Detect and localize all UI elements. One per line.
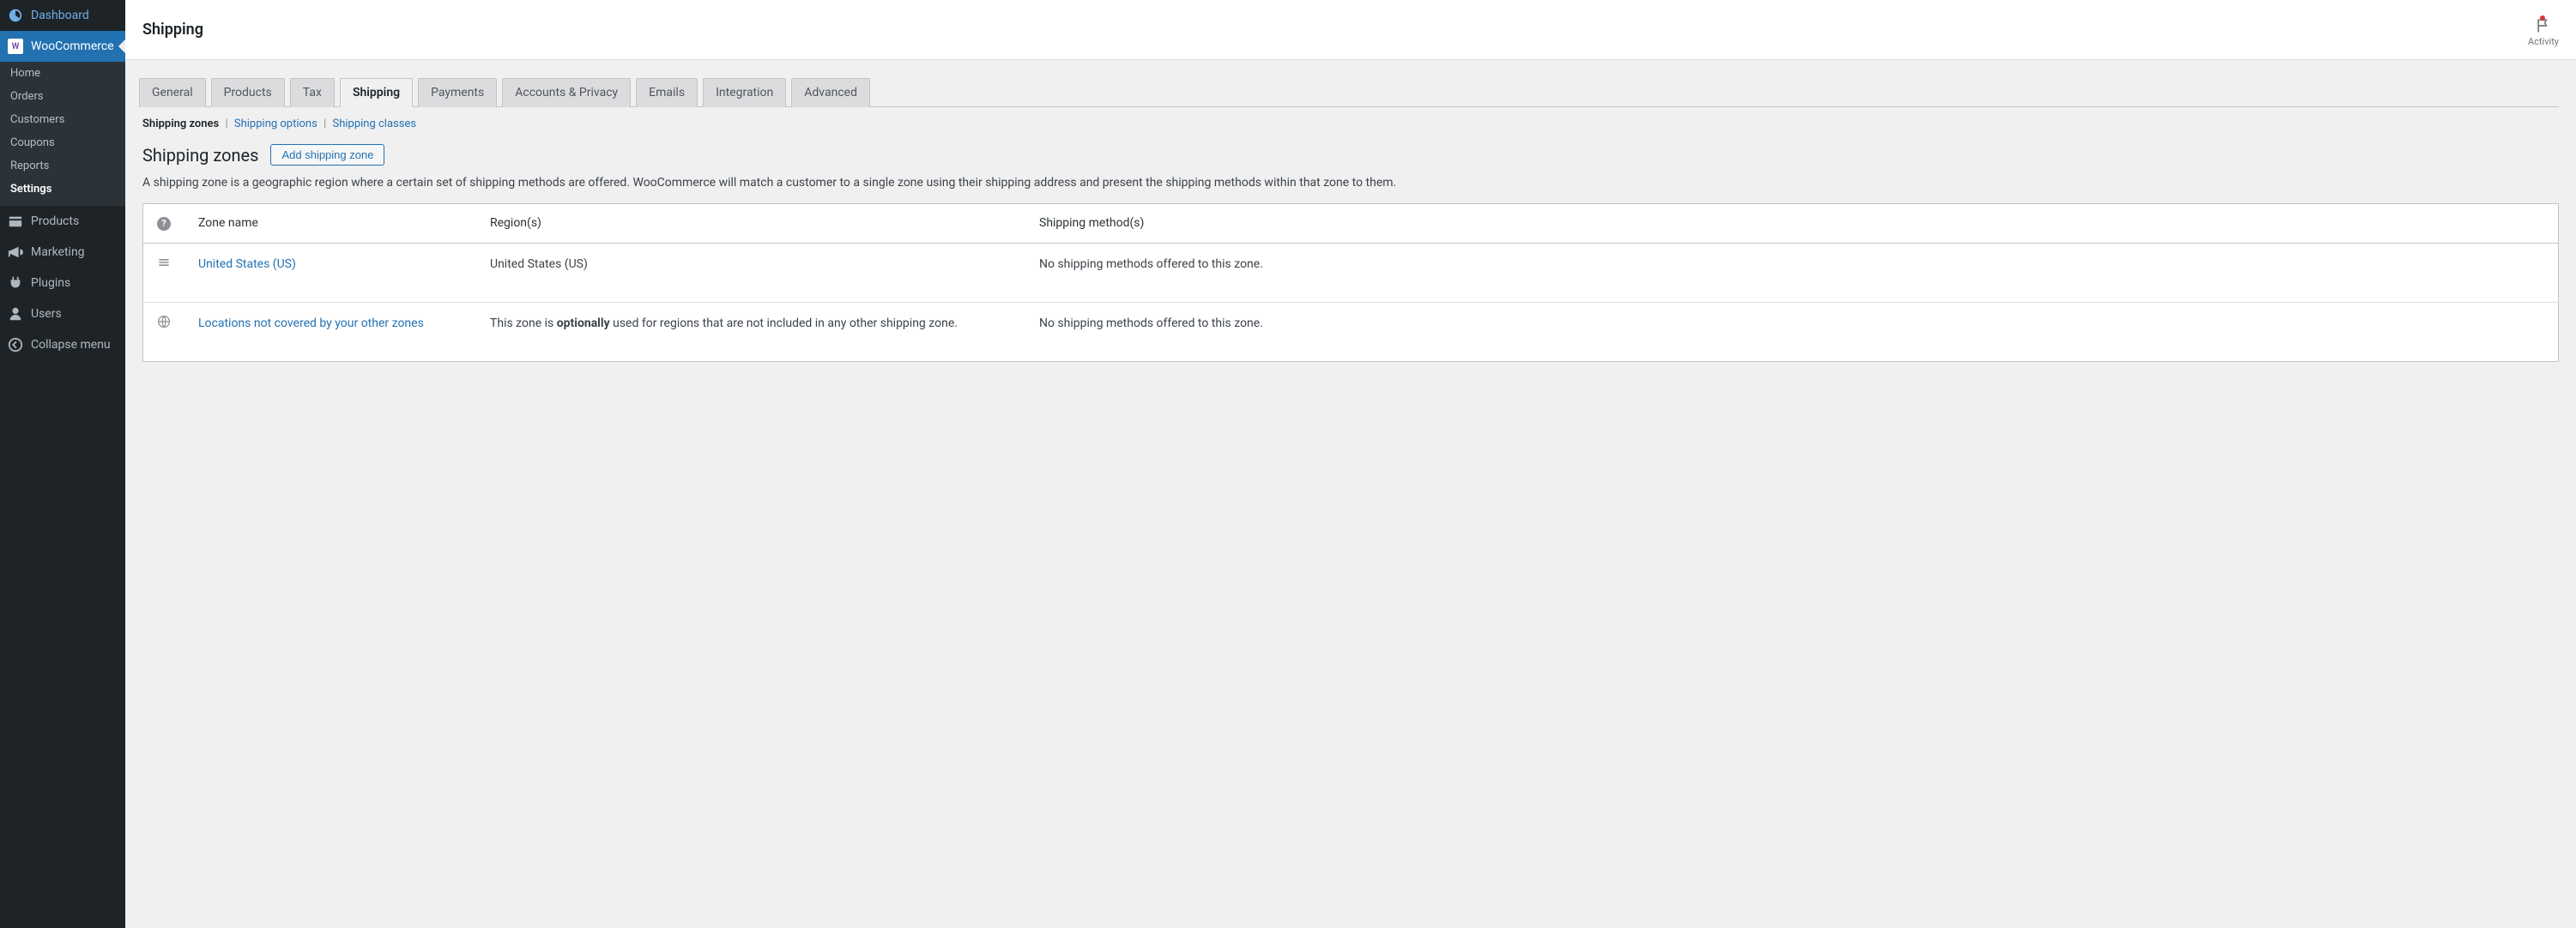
plugins-icon — [7, 274, 24, 292]
sidebar-label: WooCommerce — [31, 39, 114, 53]
tab-emails[interactable]: Emails — [636, 78, 698, 107]
activity-label: Activity — [2528, 36, 2559, 47]
shipping-subtabs: Shipping zones | Shipping options | Ship… — [142, 107, 2559, 144]
subtab-options[interactable]: Shipping options — [234, 118, 317, 130]
zone-region-cell: United States (US) — [476, 243, 1025, 302]
globe-cell — [143, 302, 185, 361]
sidebar-item-woocommerce[interactable]: W WooCommerce — [0, 31, 125, 62]
sidebar-item-plugins[interactable]: Plugins — [0, 268, 125, 298]
sidebar-item-collapse[interactable]: Collapse menu — [0, 329, 125, 360]
woocommerce-icon: W — [7, 38, 24, 55]
drag-handle-icon — [157, 256, 171, 269]
sidebar-sub-reports[interactable]: Reports — [0, 154, 125, 178]
sidebar-item-products[interactable]: Products — [0, 206, 125, 237]
activity-button[interactable]: Activity — [2528, 12, 2559, 47]
column-header-methods: Shipping method(s) — [1025, 204, 2559, 244]
table-row: United States (US) United States (US) No… — [143, 243, 2559, 302]
region-text-prefix: This zone is — [490, 316, 557, 330]
products-icon — [7, 213, 24, 230]
sidebar-label: Users — [31, 307, 62, 321]
tab-integration[interactable]: Integration — [703, 78, 786, 107]
collapse-icon — [7, 336, 24, 353]
sidebar-sub-coupons[interactable]: Coupons — [0, 131, 125, 154]
sidebar-sub-home[interactable]: Home — [0, 62, 125, 85]
section-description: A shipping zone is a geographic region w… — [142, 176, 2559, 190]
woocommerce-submenu: Home Orders Customers Coupons Reports Se… — [0, 62, 125, 206]
region-text-strong: optionally — [557, 316, 610, 330]
shipping-zones-table: ? Zone name Region(s) Shipping method(s)… — [142, 203, 2559, 362]
sidebar-label: Plugins — [31, 276, 70, 290]
users-icon — [7, 305, 24, 322]
region-text-suffix: used for regions that are not included i… — [610, 316, 958, 330]
tab-products[interactable]: Products — [211, 78, 285, 107]
subtab-classes[interactable]: Shipping classes — [332, 118, 416, 130]
section-header: Shipping zones Add shipping zone — [142, 144, 2559, 166]
notification-dot-icon — [2540, 15, 2545, 21]
zone-name-link[interactable]: Locations not covered by your other zone… — [198, 316, 424, 330]
section-heading: Shipping zones — [142, 145, 258, 166]
add-shipping-zone-button[interactable]: Add shipping zone — [270, 144, 384, 166]
sidebar-item-users[interactable]: Users — [0, 298, 125, 329]
column-header-zone-name: Zone name — [184, 204, 476, 244]
sidebar-label: Dashboard — [31, 9, 89, 22]
sidebar-label: Products — [31, 214, 79, 228]
subtab-zones[interactable]: Shipping zones — [142, 118, 219, 130]
tab-payments[interactable]: Payments — [418, 78, 497, 107]
zone-region-cell: This zone is optionally used for regions… — [476, 302, 1025, 361]
separator: | — [225, 118, 227, 130]
table-row: Locations not covered by your other zone… — [143, 302, 2559, 361]
page-title: Shipping — [142, 21, 203, 39]
drag-handle-cell[interactable] — [143, 243, 185, 302]
sidebar-item-marketing[interactable]: Marketing — [0, 237, 125, 268]
settings-tabs: General Products Tax Shipping Payments A… — [139, 77, 2559, 107]
zone-name-link[interactable]: United States (US) — [198, 257, 296, 271]
main-area: Shipping Activity General Products Tax S… — [125, 0, 2576, 928]
column-header-regions: Region(s) — [476, 204, 1025, 244]
tab-shipping[interactable]: Shipping — [340, 78, 413, 107]
help-icon[interactable]: ? — [157, 217, 171, 231]
sidebar-item-dashboard[interactable]: Dashboard — [0, 0, 125, 31]
sidebar-sub-customers[interactable]: Customers — [0, 108, 125, 131]
topbar: Shipping Activity — [125, 0, 2576, 60]
separator: | — [324, 118, 326, 130]
globe-icon — [157, 315, 171, 328]
dashboard-icon — [7, 7, 24, 24]
content-area: General Products Tax Shipping Payments A… — [125, 60, 2576, 928]
zone-methods-cell: No shipping methods offered to this zone… — [1025, 243, 2559, 302]
zone-methods-cell: No shipping methods offered to this zone… — [1025, 302, 2559, 361]
column-header-help: ? — [143, 204, 185, 244]
sidebar-sub-settings[interactable]: Settings — [0, 178, 125, 201]
admin-sidebar: Dashboard W WooCommerce Home Orders Cust… — [0, 0, 125, 928]
sidebar-label: Collapse menu — [31, 338, 111, 352]
tab-advanced[interactable]: Advanced — [791, 78, 870, 107]
sidebar-label: Marketing — [31, 245, 85, 259]
sidebar-sub-orders[interactable]: Orders — [0, 85, 125, 108]
tab-general[interactable]: General — [139, 78, 206, 107]
tab-tax[interactable]: Tax — [290, 78, 335, 107]
tab-accounts[interactable]: Accounts & Privacy — [502, 78, 631, 107]
marketing-icon — [7, 244, 24, 261]
